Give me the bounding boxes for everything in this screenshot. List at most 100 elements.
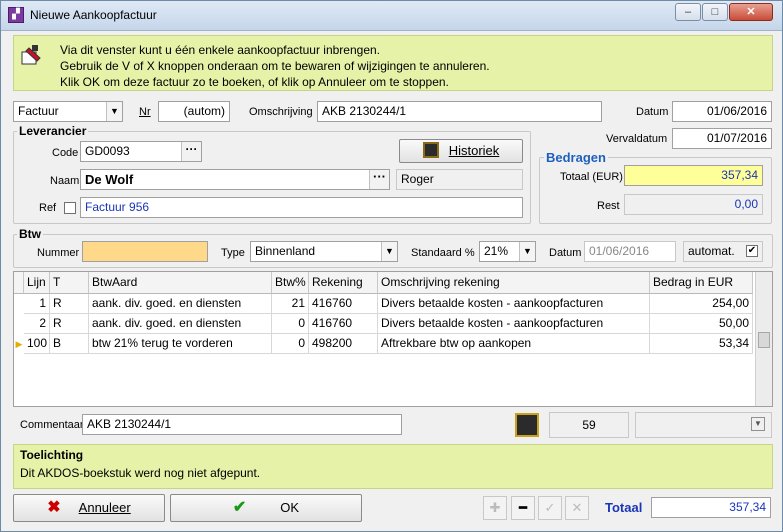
cell-omschrijving: Aftrekbare btw op aankopen (378, 334, 650, 354)
column-header[interactable]: Btw% (272, 272, 309, 294)
lookup-button[interactable]: ··· (181, 142, 201, 161)
commentaar-field[interactable]: AKB 2130244/1 (82, 414, 402, 435)
toelichting-panel: Toelichting Dit AKDOS-boekstuk werd nog … (13, 444, 773, 489)
ref-checkbox[interactable] (64, 202, 76, 214)
historiek-button[interactable]: Historiek (399, 139, 523, 163)
add-line-icon[interactable]: ✚ (483, 496, 507, 520)
window: ▞ Nieuwe Aankoopfactuur – □ ✕ Via dit ve… (0, 0, 783, 532)
cell-btw: 21 (272, 294, 309, 314)
code-value: GD0093 (85, 144, 130, 158)
chevron-down-icon[interactable]: ▼ (519, 242, 535, 261)
nr-field[interactable]: (autom) (158, 101, 230, 122)
totaal-eur-label: Totaal (EUR) (560, 171, 623, 183)
info-panel: Via dit venster kunt u één enkele aankoo… (13, 35, 773, 91)
vervaldatum-label: Vervaldatum (606, 133, 668, 145)
naam-value: De Wolf (85, 172, 134, 187)
table-row[interactable]: 1 R aank. div. goed. en diensten 21 4167… (14, 294, 754, 314)
btw-nummer-label: Nummer (37, 247, 80, 259)
automat-label: automat. (688, 244, 735, 258)
btw-datum-field[interactable]: 01/06/2016 (584, 241, 676, 262)
minimize-button[interactable]: – (675, 3, 701, 21)
notes-icon[interactable] (515, 413, 539, 437)
cell-btw: 0 (272, 314, 309, 334)
standaard-value: 21% (484, 244, 509, 258)
btw-type-select[interactable]: Binnenland ▼ (250, 241, 398, 262)
check-icon: ✔ (232, 499, 247, 516)
column-header[interactable]: T (50, 272, 89, 294)
cell-bedrag: 50,00 (650, 314, 753, 334)
code-label: Code (52, 147, 79, 159)
column-header[interactable]: Bedrag in EUR (650, 272, 753, 294)
document-type-value: Factuur (18, 104, 59, 118)
lookup-button[interactable]: ··· (369, 170, 389, 189)
confirm-line-icon[interactable]: ✓ (538, 496, 562, 520)
expand-down-icon[interactable]: ▼ (751, 417, 765, 431)
document-type-select[interactable]: Factuur ▼ (13, 101, 123, 122)
annuleer-label: Annuleer (78, 500, 131, 515)
footer-totaal-field: 357,34 (651, 497, 771, 518)
cell-lijn: 100 (24, 334, 50, 354)
toelichting-title: Toelichting (20, 448, 84, 462)
cell-rekening: 498200 (309, 334, 378, 354)
standaard-select[interactable]: 21% ▼ (479, 241, 536, 262)
totaal-eur-field: 357,34 (624, 165, 763, 186)
footer-totaal-label: Totaal (605, 500, 643, 515)
edit-document-icon (21, 45, 41, 65)
column-header[interactable]: BtwAard (89, 272, 272, 294)
btw-type-value: Binnenland (255, 244, 316, 258)
automat-checkbox[interactable]: ✔ (746, 245, 758, 257)
cell-rekening: 416760 (309, 314, 378, 334)
btw-nummer-field[interactable] (82, 241, 208, 262)
btw-type-label: Type (221, 247, 245, 259)
omschrijving-label: Omschrijving (249, 106, 313, 118)
annuleer-button[interactable]: ✖ Annuleer (13, 494, 165, 522)
cell-omschrijving: Divers betaalde kosten - aankoopfacturen (378, 294, 650, 314)
history-book-icon (422, 142, 439, 158)
column-header[interactable]: Omschrijving rekening (378, 272, 650, 294)
close-button[interactable]: ✕ (729, 3, 773, 21)
cancel-line-icon[interactable]: ✕ (565, 496, 589, 520)
commentaar-label: Commentaar (20, 419, 84, 431)
column-header[interactable]: Rekening (309, 272, 378, 294)
rest-field: 0,00 (624, 194, 763, 215)
expand-box[interactable]: ▼ (635, 412, 772, 438)
ref-label: Ref (39, 202, 57, 214)
vervaldatum-field[interactable]: 01/07/2016 (672, 128, 772, 149)
cell-lijn: 1 (24, 294, 50, 314)
chevron-down-icon[interactable]: ▼ (106, 102, 122, 121)
cell-btw: 0 (272, 334, 309, 354)
bedragen-title: Bedragen (544, 150, 608, 165)
title-bar: ▞ Nieuwe Aankoopfactuur – □ ✕ (1, 1, 782, 31)
naam-field[interactable]: De Wolf ··· (80, 169, 390, 190)
info-line-3: Klik OK om deze factuur zo te boeken, of… (60, 75, 449, 89)
ref-field[interactable]: Factuur 956 (80, 197, 523, 218)
chevron-down-icon[interactable]: ▼ (381, 242, 397, 261)
cell-bedrag: 254,00 (650, 294, 753, 314)
code-field[interactable]: GD0093 ··· (80, 141, 202, 162)
scrollbar-thumb[interactable] (758, 332, 770, 348)
commentaar-count: 59 (549, 412, 629, 438)
rest-label: Rest (597, 200, 620, 212)
column-header[interactable]: Lijn (24, 272, 50, 294)
remove-line-icon[interactable]: ━ (511, 496, 535, 520)
leverancier-title: Leverancier (17, 124, 89, 138)
btw-datum-label: Datum (549, 247, 582, 259)
cancel-x-icon: ✖ (47, 499, 61, 516)
cell-t: R (50, 314, 89, 334)
btw-title: Btw (17, 227, 43, 241)
automat-box: automat. ✔ (683, 241, 763, 262)
datum-field[interactable]: 01/06/2016 (672, 101, 772, 122)
cell-t: R (50, 294, 89, 314)
window-title: Nieuwe Aankoopfactuur (30, 8, 157, 22)
ok-button[interactable]: ✔ OK (170, 494, 362, 522)
historiek-label: Historiek (448, 143, 500, 158)
maximize-button[interactable]: □ (702, 3, 728, 21)
vertical-scrollbar[interactable] (755, 272, 772, 406)
omschrijving-field[interactable]: AKB 2130244/1 (317, 101, 602, 122)
ok-label: OK (280, 500, 300, 515)
cell-omschrijving: Divers betaalde kosten - aankoopfacturen (378, 314, 650, 334)
table-row[interactable]: ▶ 100 B btw 21% terug te vorderen 0 4982… (14, 334, 754, 354)
table-row[interactable]: 2 R aank. div. goed. en diensten 0 41676… (14, 314, 754, 334)
nr-label: Nr (139, 106, 151, 118)
cell-lijn: 2 (24, 314, 50, 334)
